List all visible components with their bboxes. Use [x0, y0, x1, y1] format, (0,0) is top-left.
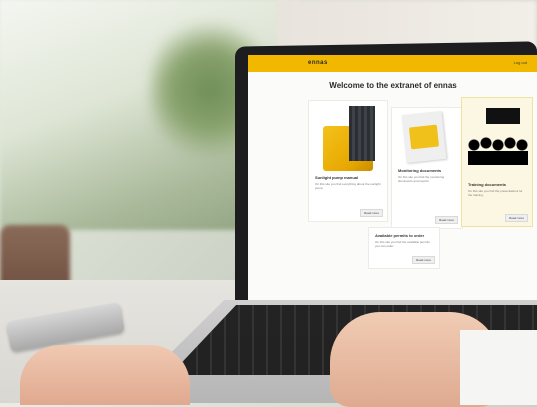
sleeve: [460, 330, 537, 405]
read-more-button[interactable]: Read more: [360, 209, 383, 217]
presentation-screen-image: [486, 108, 520, 124]
user-link[interactable]: Log out: [514, 60, 527, 65]
audience-image: [468, 133, 528, 173]
manual-cover-image: [408, 124, 440, 150]
read-more-button[interactable]: Read more: [435, 216, 458, 224]
left-hand: [20, 345, 190, 405]
card-title: Monitoring documents: [398, 168, 442, 173]
card-body: Sunlight pump manual On this site you fi…: [315, 175, 381, 190]
card-title: Training documents: [468, 182, 507, 187]
card-text: On this site you find everything about t…: [315, 182, 381, 190]
card-title: Sunlight pump manual: [315, 175, 359, 180]
site-logo[interactable]: ennas: [308, 60, 328, 66]
top-bar: ennas Log out: [248, 55, 537, 72]
card-text: On this site you find the monitoring doc…: [398, 175, 445, 183]
read-more-button[interactable]: Read more: [505, 214, 528, 222]
card-body: Monitoring documents On this site you fi…: [398, 168, 456, 183]
card-permits: Available permits to order On this site …: [368, 227, 440, 269]
card-monitoring: Monitoring documents On this site you fi…: [391, 107, 463, 229]
solar-panel-image: [349, 106, 375, 161]
card-text: On this site you find the available perm…: [375, 240, 430, 248]
read-more-button[interactable]: Read more: [412, 256, 435, 264]
laptop-screen: ennas Log out Welcome to the extranet of…: [248, 55, 537, 325]
page-title: Welcome to the extranet of ennas: [329, 81, 457, 90]
card-title: Available permits to order: [375, 233, 425, 238]
card-text: On this site you find the presentations …: [468, 189, 523, 197]
card-sunlight-pump: Sunlight pump manual On this site you fi…: [308, 100, 388, 222]
card-body: Available permits to order On this site …: [375, 233, 433, 248]
card-training: Training documents On this site you find…: [461, 97, 533, 227]
card-body: Training documents On this site you find…: [468, 182, 526, 197]
